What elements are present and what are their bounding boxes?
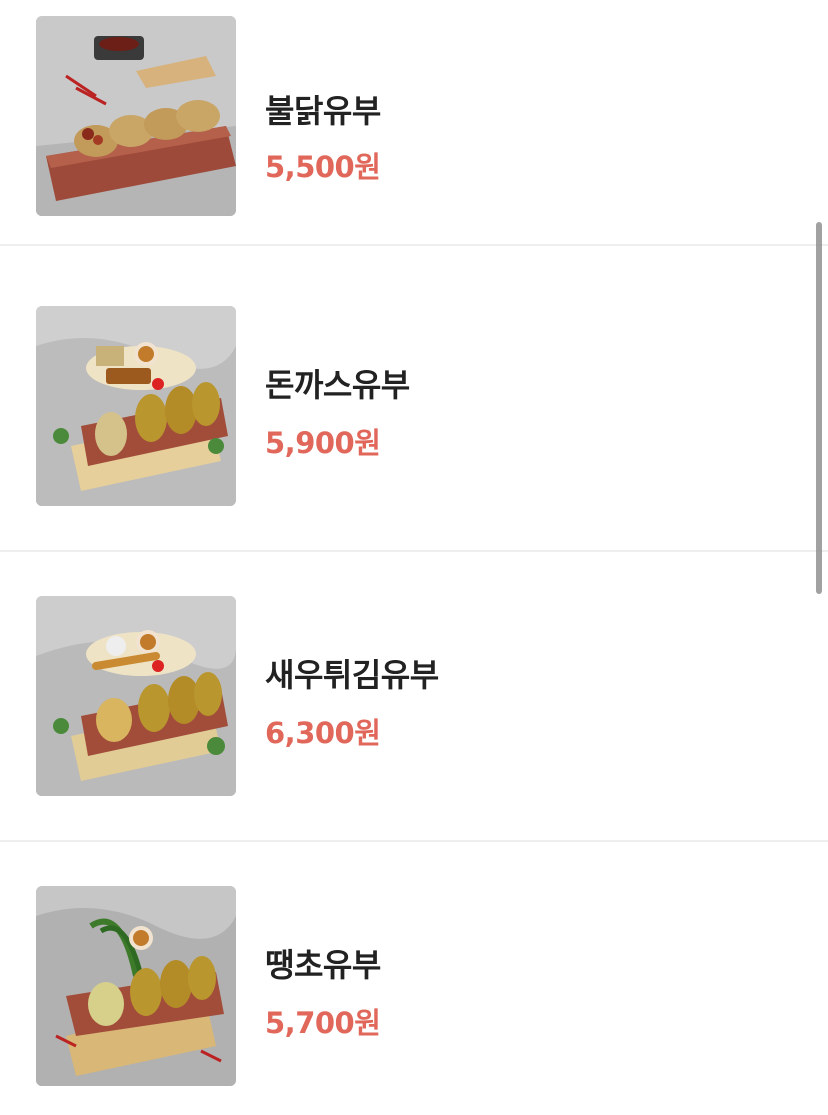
food-photo-icon: [36, 306, 236, 506]
menu-item-price: 5,900원: [265, 426, 381, 460]
menu-item-price: 5,500원: [265, 150, 381, 184]
menu-item-name: 땡초유부: [265, 946, 381, 984]
menu-item-name: 불닭유부: [265, 92, 381, 130]
menu-item[interactable]: 땡초유부 5,700원: [0, 842, 828, 1115]
menu-item-name: 새우튀김유부: [265, 656, 439, 694]
vertical-scrollbar[interactable]: [816, 222, 822, 594]
menu-item[interactable]: 새우튀김유부 6,300원: [0, 552, 828, 842]
food-photo-icon: [36, 16, 236, 216]
menu-item[interactable]: 불닭유부 5,500원: [0, 0, 828, 246]
menu-item-name: 돈까스유부: [265, 366, 410, 404]
food-photo-icon: [36, 886, 236, 1086]
menu-item[interactable]: 돈까스유부 5,900원: [0, 262, 828, 552]
food-photo-icon: [36, 596, 236, 796]
menu-item-price: 6,300원: [265, 716, 381, 750]
menu-item-price: 5,700원: [265, 1006, 381, 1040]
menu-list: 불닭유부 5,500원 돈까스유부 5,900원 새우튀김유부 6,300원 땡…: [0, 0, 828, 1115]
